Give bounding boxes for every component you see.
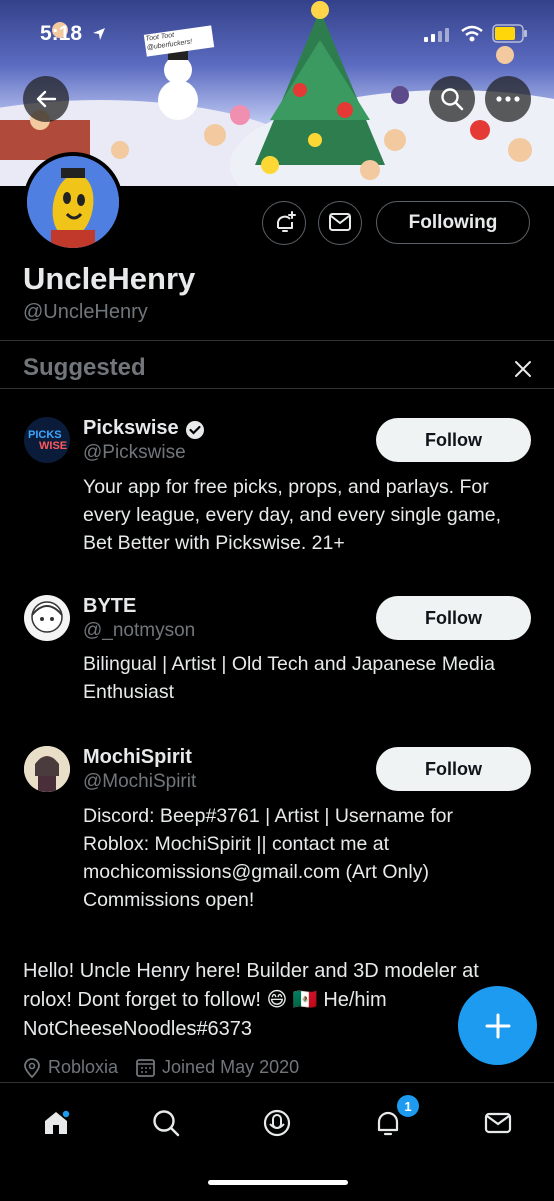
status-bar: 5:18 <box>0 18 554 50</box>
tab-spaces[interactable] <box>255 1101 299 1145</box>
following-button[interactable]: Following <box>376 201 530 244</box>
profile-location: Robloxia <box>48 1057 119 1077</box>
bio-line: Bet Better with Pickswise. 21+ <box>83 532 345 554</box>
bio-line: every league, every day, and every singl… <box>83 504 502 526</box>
bio-line: Roblox: MochiSpirit || contact me at <box>83 833 390 855</box>
suggested-account-bio: Bilingual | Artist | Old Tech and Japane… <box>83 650 538 706</box>
suggested-account-handle: @Pickswise <box>83 442 186 463</box>
more-button[interactable] <box>485 76 531 122</box>
follow-button[interactable]: Follow <box>376 596 531 640</box>
bio-line: rolox! Dont forget to follow! 😄 🇲🇽 He/hi… <box>23 989 387 1011</box>
search-icon <box>441 88 464 111</box>
bio-line: Hello! Uncle Henry here! Builder and 3D … <box>23 960 479 982</box>
battery-icon <box>492 24 527 43</box>
plus-icon <box>485 1013 510 1038</box>
back-button[interactable] <box>23 76 69 122</box>
avatar-image <box>27 156 119 248</box>
home-indicator <box>208 1180 348 1185</box>
spaces-icon <box>263 1109 291 1137</box>
message-button[interactable] <box>318 201 362 245</box>
bio-line: Discord: Beep#3761 | Artist | Username f… <box>83 805 453 827</box>
verified-badge-icon <box>186 421 204 439</box>
wifi-icon <box>461 25 483 42</box>
suggested-account-name[interactable]: BYTE <box>83 595 136 618</box>
suggested-account-name[interactable]: Pickswise <box>83 417 179 440</box>
notifications-toggle-button[interactable] <box>262 201 306 245</box>
home-icon <box>45 1109 71 1134</box>
bell-plus-icon <box>277 211 296 232</box>
status-time: 5:18 <box>40 22 83 45</box>
bio-line: Bilingual | Artist | Old Tech and Japane… <box>83 653 495 675</box>
location-pin-icon <box>24 1057 40 1078</box>
suggested-title: Suggested <box>23 354 146 381</box>
compose-tweet-button[interactable] <box>458 986 537 1065</box>
pickswise-avatar[interactable]: PICKS WISE <box>24 417 70 463</box>
signal-icon <box>424 28 449 42</box>
notification-count-badge: 1 <box>397 1095 419 1117</box>
profile-bio: Hello! Uncle Henry here! Builder and 3D … <box>23 957 523 1044</box>
profile-avatar[interactable] <box>23 152 123 252</box>
follow-button[interactable]: Follow <box>376 747 531 791</box>
byte-avatar-image <box>31 601 63 633</box>
profile-meta: Robloxia Joined May 2020 <box>23 1057 299 1078</box>
messages-icon <box>484 1112 512 1134</box>
close-icon[interactable] <box>514 360 532 378</box>
profile-name: UncleHenry <box>23 261 196 296</box>
suggested-account-bio: Your app for free picks, props, and parl… <box>83 473 538 557</box>
suggested-account-name[interactable]: MochiSpirit <box>83 746 192 769</box>
bio-line: mochicomissions@gmail.com (Art Only) <box>83 861 429 883</box>
profile-joined-date: Joined May 2020 <box>162 1057 300 1077</box>
bio-line: Enthusiast <box>83 681 175 703</box>
divider <box>0 340 554 341</box>
tab-messages[interactable] <box>476 1101 520 1145</box>
follow-button[interactable]: Follow <box>376 418 531 462</box>
pickswise-logo-text: WISE <box>39 440 68 452</box>
location-arrow-icon <box>93 28 105 40</box>
mochispirit-avatar[interactable] <box>24 746 70 792</box>
bio-line: NotCheeseNoodles#6373 <box>23 1018 253 1040</box>
profile-handle: @UncleHenry <box>23 301 148 323</box>
search-icon <box>153 1110 180 1137</box>
search-button[interactable] <box>429 76 475 122</box>
tab-home[interactable] <box>34 1101 78 1145</box>
suggested-account-handle: @_notmyson <box>83 620 196 641</box>
suggested-account-handle: @MochiSpirit <box>83 771 197 792</box>
suggested-account-bio: Discord: Beep#3761 | Artist | Username f… <box>83 802 538 914</box>
bio-line: Commissions open! <box>83 889 255 911</box>
calendar-icon <box>136 1059 155 1077</box>
byte-avatar[interactable] <box>24 595 70 641</box>
divider <box>0 388 554 389</box>
more-dots-icon <box>496 96 520 102</box>
envelope-icon <box>329 213 351 231</box>
back-arrow-icon <box>36 90 57 108</box>
bio-line: Your app for free picks, props, and parl… <box>83 476 489 498</box>
tab-search[interactable] <box>144 1101 188 1145</box>
mochispirit-avatar-image <box>24 746 70 792</box>
